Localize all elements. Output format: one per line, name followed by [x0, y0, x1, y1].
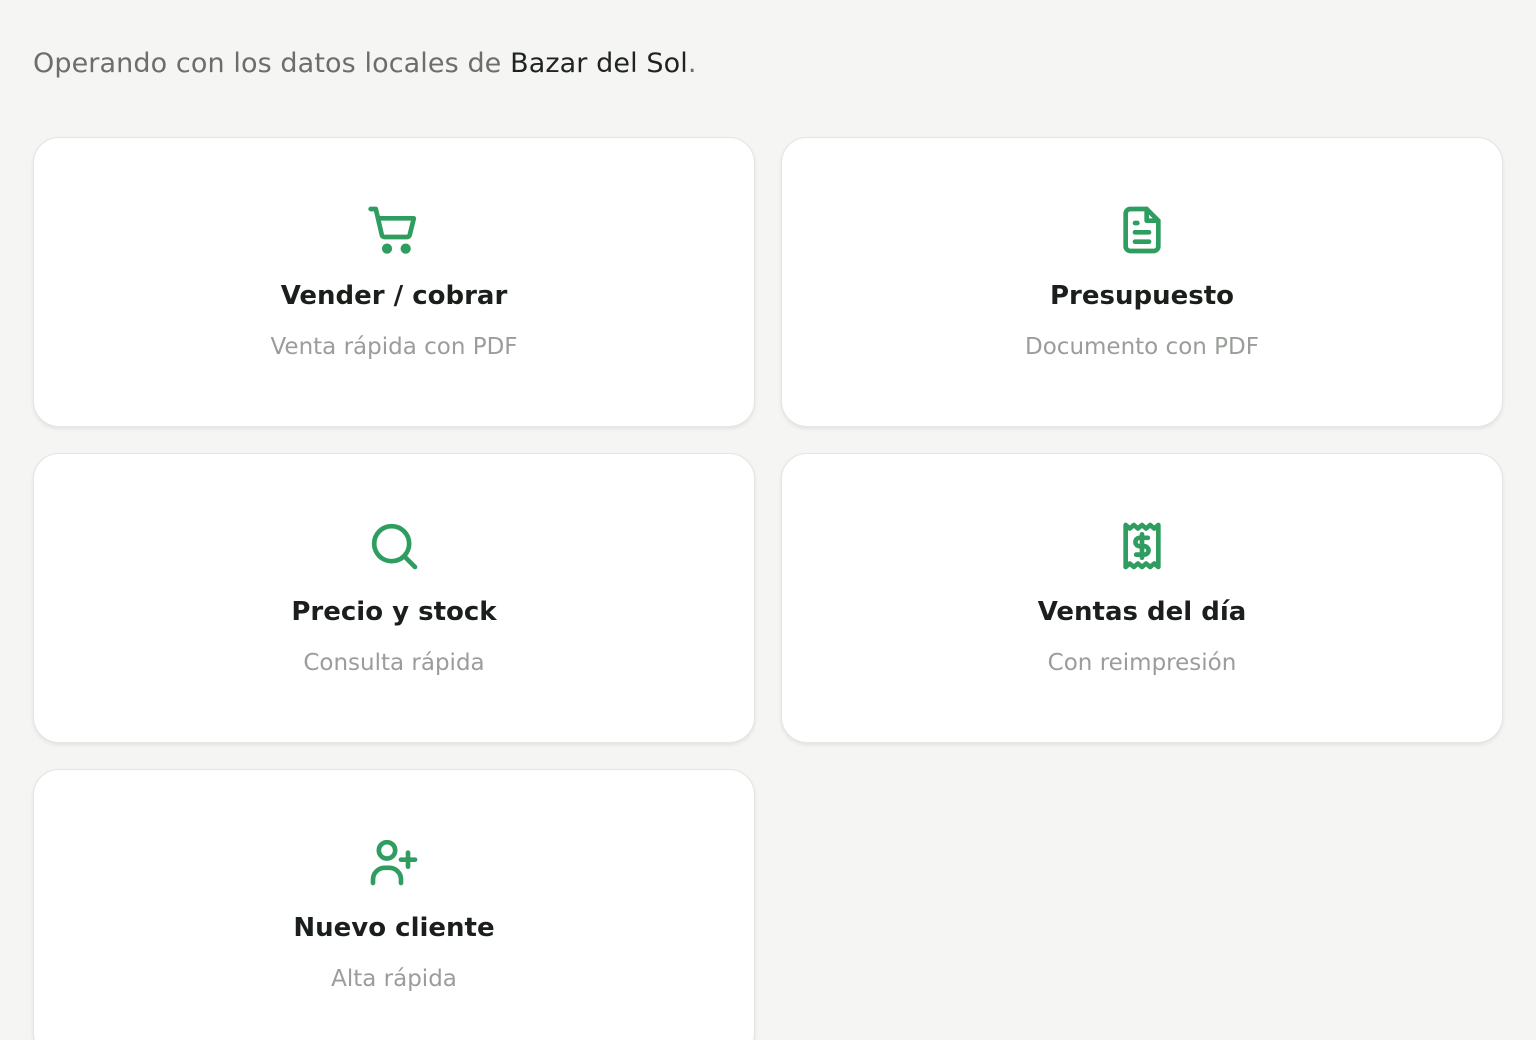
card-title: Vender / cobrar	[280, 281, 508, 311]
card-title: Nuevo cliente	[293, 913, 495, 943]
intro-prefix: Operando con los datos locales de	[33, 48, 511, 79]
card-subtitle: Consulta rápida	[303, 650, 485, 676]
shopping-cart-icon	[366, 202, 422, 258]
card-title: Precio y stock	[291, 597, 497, 627]
store-name: Bazar del Sol	[510, 48, 688, 79]
card-subtitle: Documento con PDF	[1025, 334, 1259, 360]
document-icon	[1114, 202, 1170, 258]
search-icon	[366, 518, 422, 574]
store-context-text: Operando con los datos locales de Bazar …	[33, 48, 697, 79]
intro-suffix: .	[687, 48, 697, 79]
price-stock-card[interactable]: Precio y stock Consulta rápida	[33, 453, 755, 743]
card-subtitle: Con reimpresión	[1047, 650, 1237, 676]
home-page: Operando con los datos locales de Bazar …	[0, 0, 1536, 1040]
actions-grid: Vender / cobrar Venta rápida con PDF Pre…	[33, 137, 1503, 1040]
card-title: Presupuesto	[1049, 281, 1235, 311]
card-subtitle: Venta rápida con PDF	[270, 334, 518, 360]
daily-sales-card[interactable]: Ventas del día Con reimpresión	[781, 453, 1503, 743]
receipt-dollar-icon	[1114, 518, 1170, 574]
new-client-card[interactable]: Nuevo cliente Alta rápida	[33, 769, 755, 1040]
quote-card[interactable]: Presupuesto Documento con PDF	[781, 137, 1503, 427]
card-title: Ventas del día	[1037, 597, 1247, 627]
user-plus-icon	[366, 834, 422, 890]
sell-card[interactable]: Vender / cobrar Venta rápida con PDF	[33, 137, 755, 427]
card-subtitle: Alta rápida	[331, 966, 457, 992]
